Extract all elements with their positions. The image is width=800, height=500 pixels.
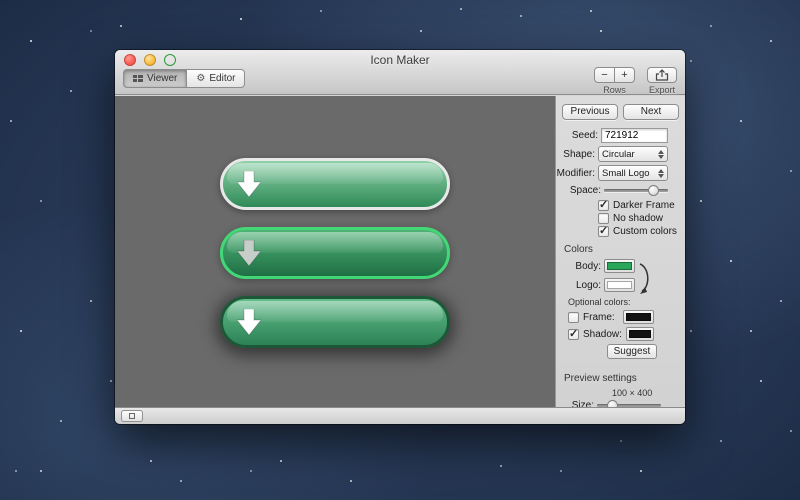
minimize-button[interactable] xyxy=(144,54,156,66)
darker-frame-checkbox[interactable] xyxy=(598,198,609,211)
shape-select[interactable]: Circular xyxy=(598,146,668,162)
body-color-label: Body: xyxy=(575,260,601,272)
rows-label: Rows xyxy=(603,85,626,95)
window-header: Icon Maker Viewer ⚙ Editor − + Rows Expo… xyxy=(115,50,685,95)
shape-value: Circular xyxy=(602,148,635,160)
modifier-value: Small Logo xyxy=(602,167,650,179)
popup-arrows-icon xyxy=(658,168,664,178)
rows-stepper: − + xyxy=(594,67,635,83)
shadow-color-swatch xyxy=(628,330,651,338)
preview-settings-title: Preview settings xyxy=(564,373,637,384)
shadow-color-checkbox[interactable] xyxy=(568,327,579,340)
preview-button xyxy=(220,227,450,279)
inspector-sidebar: Previous Next Seed: Shape: Circular Modi… xyxy=(555,96,685,407)
desktop-background: Icon Maker Viewer ⚙ Editor − + Rows Expo… xyxy=(0,0,800,500)
toolbar: Viewer ⚙ Editor − + Rows Export xyxy=(115,67,685,95)
tab-viewer[interactable]: Viewer xyxy=(123,69,188,88)
swap-colors-icon[interactable] xyxy=(638,261,651,297)
down-arrow-logo-icon xyxy=(237,171,261,197)
editor-gear-icon: ⚙ xyxy=(196,73,206,84)
remove-row-button[interactable]: − xyxy=(594,67,615,83)
grid-toggle-button[interactable] xyxy=(121,410,143,422)
optional-colors-label: Optional colors: xyxy=(568,297,631,307)
export-label: Export xyxy=(648,85,675,95)
slider-knob[interactable] xyxy=(648,185,659,196)
custom-colors-checkbox[interactable] xyxy=(598,224,609,237)
next-button[interactable]: Next xyxy=(623,104,679,120)
logo-color-label: Logo: xyxy=(575,279,601,291)
suggest-button[interactable]: Suggest xyxy=(607,344,657,359)
no-shadow-label: No shadow xyxy=(613,213,664,224)
body-color-well[interactable] xyxy=(604,259,635,273)
close-button[interactable] xyxy=(124,54,136,66)
space-label: Space: xyxy=(569,185,601,196)
zoom-button[interactable] xyxy=(164,54,176,66)
seed-input[interactable] xyxy=(601,128,668,143)
frame-color-checkbox[interactable] xyxy=(568,311,579,323)
starfield xyxy=(0,0,2,2)
previous-button[interactable]: Previous xyxy=(562,104,618,120)
shadow-color-well[interactable] xyxy=(625,327,654,341)
frame-color-well[interactable] xyxy=(623,310,654,324)
tab-editor-label: Editor xyxy=(209,73,236,84)
down-arrow-logo-icon xyxy=(237,309,261,335)
view-mode-segmented-control: Viewer ⚙ Editor xyxy=(123,69,246,88)
viewer-grid-icon xyxy=(133,74,143,82)
custom-colors-label: Custom colors xyxy=(613,226,677,237)
colors-section-title: Colors xyxy=(564,244,593,255)
modifier-label: Modifier: xyxy=(556,167,595,179)
preview-canvas xyxy=(115,96,555,407)
logo-color-well[interactable] xyxy=(604,278,635,292)
popup-arrows-icon xyxy=(658,149,664,159)
frame-color-label: Frame: xyxy=(583,311,615,323)
slider-knob[interactable] xyxy=(607,400,618,407)
shape-label: Shape: xyxy=(563,148,595,160)
tab-editor[interactable]: ⚙ Editor xyxy=(186,69,246,88)
no-shadow-checkbox[interactable] xyxy=(598,213,609,224)
darker-frame-label: Darker Frame xyxy=(613,200,675,211)
icon-maker-window: Icon Maker Viewer ⚙ Editor − + Rows Expo… xyxy=(115,50,685,424)
grid-icon xyxy=(129,413,135,419)
space-slider[interactable] xyxy=(604,184,668,197)
frame-color-swatch xyxy=(626,313,651,321)
down-arrow-logo-icon xyxy=(237,240,261,266)
tab-viewer-label: Viewer xyxy=(147,73,178,84)
size-label: Size: xyxy=(571,400,594,407)
preview-button xyxy=(220,296,450,348)
seed-label: Seed: xyxy=(571,130,598,141)
modifier-select[interactable]: Small Logo xyxy=(598,165,668,181)
preview-button xyxy=(220,158,450,210)
shadow-color-label: Shadow: xyxy=(583,328,622,340)
logo-color-swatch xyxy=(607,281,632,289)
preview-size-dimensions: 100 × 400 xyxy=(612,388,653,398)
add-row-button[interactable]: + xyxy=(614,67,635,83)
export-button[interactable] xyxy=(647,67,677,83)
body-color-swatch xyxy=(607,262,632,270)
export-icon xyxy=(655,69,669,81)
status-bar xyxy=(115,407,685,424)
size-slider[interactable] xyxy=(597,399,661,407)
